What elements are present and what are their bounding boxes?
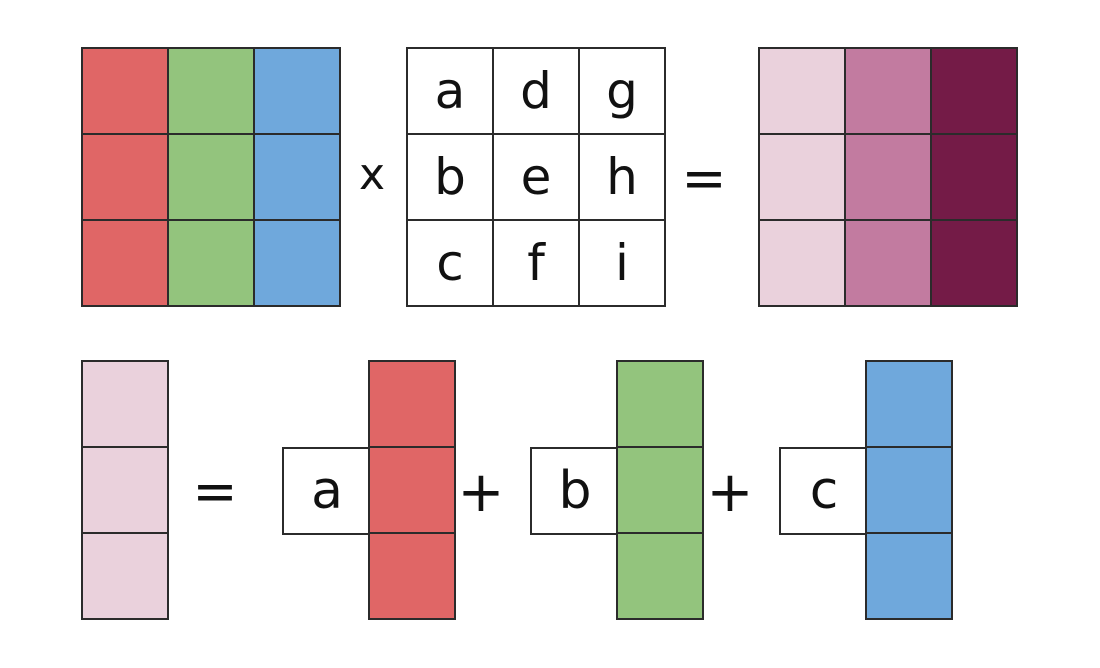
result-matrix-cell [932, 135, 1018, 221]
coefficient-cell: c [408, 221, 494, 307]
left-matrix-cell [255, 135, 341, 221]
result-matrix-cell [846, 221, 932, 307]
red-column [368, 360, 456, 620]
left-matrix-cell [255, 221, 341, 307]
plus-symbol: + [706, 460, 754, 525]
coefficient-box-a: a [282, 447, 370, 535]
red-column-cell [370, 534, 456, 620]
red-column-cell [370, 448, 456, 534]
left-matrix-cell [83, 49, 169, 135]
left-matrix-cell [83, 221, 169, 307]
coefficient-cell: h [580, 135, 666, 221]
coefficient-matrix: a d g b e h c f i [406, 47, 666, 307]
green-column [616, 360, 704, 620]
green-column-cell [618, 362, 704, 448]
result-color-matrix [758, 47, 1018, 307]
coefficient-cell: a [408, 49, 494, 135]
result-matrix-cell [846, 49, 932, 135]
equals-symbol: = [192, 460, 238, 523]
left-matrix-cell [169, 135, 255, 221]
blue-column-cell [867, 362, 953, 448]
left-matrix-cell [169, 49, 255, 135]
result-matrix-cell [932, 221, 1018, 307]
equals-symbol: = [681, 147, 727, 210]
result-column [81, 360, 169, 620]
coefficient-cell: d [494, 49, 580, 135]
left-matrix-cell [255, 49, 341, 135]
coefficient-box-b: b [530, 447, 618, 535]
coefficient-cell: b [408, 135, 494, 221]
result-matrix-cell [846, 135, 932, 221]
result-matrix-cell [760, 221, 846, 307]
red-column-cell [370, 362, 456, 448]
left-matrix-cell [169, 221, 255, 307]
blue-column-cell [867, 448, 953, 534]
coefficient-cell: i [580, 221, 666, 307]
green-column-cell [618, 448, 704, 534]
green-column-cell [618, 534, 704, 620]
result-column-cell [83, 534, 169, 620]
coefficient-cell: f [494, 221, 580, 307]
result-matrix-cell [760, 135, 846, 221]
blue-column [865, 360, 953, 620]
coefficient-cell: g [580, 49, 666, 135]
result-column-cell [83, 448, 169, 534]
result-column-cell [83, 362, 169, 448]
left-color-matrix [81, 47, 341, 307]
result-matrix-cell [760, 49, 846, 135]
left-matrix-cell [83, 135, 169, 221]
coefficient-box-c: c [779, 447, 867, 535]
times-symbol: x [358, 149, 386, 200]
blue-column-cell [867, 534, 953, 620]
plus-symbol: + [457, 460, 505, 525]
coefficient-cell: e [494, 135, 580, 221]
result-matrix-cell [932, 49, 1018, 135]
